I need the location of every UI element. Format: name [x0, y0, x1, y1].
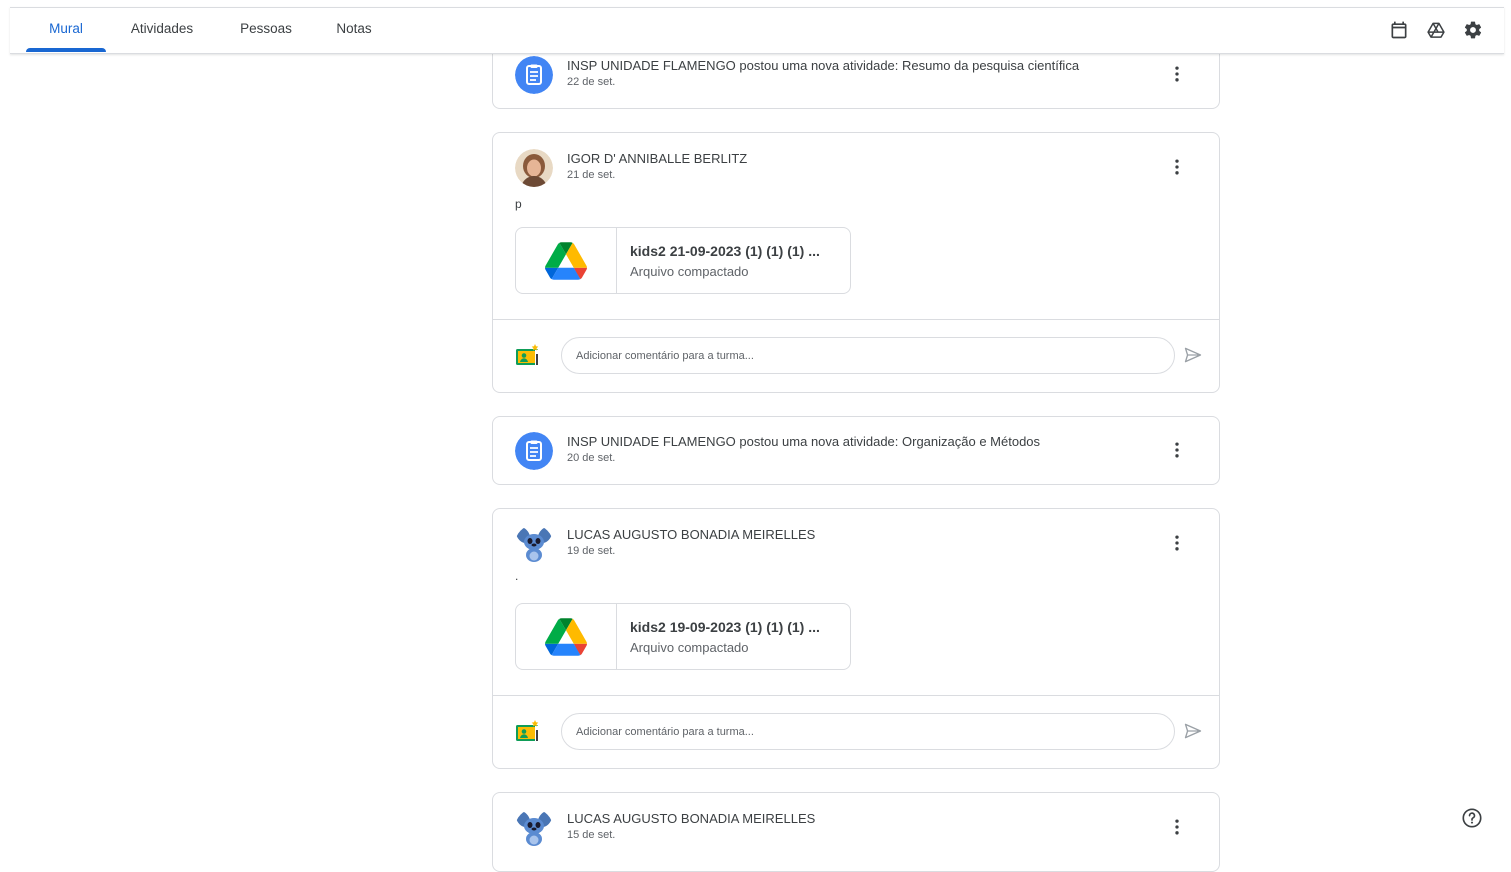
tab-atividades[interactable]: Atividades [116, 8, 208, 52]
post-author[interactable]: IGOR D' ANNIBALLE BERLITZ [567, 151, 747, 166]
post-text: . [515, 569, 519, 583]
attachment-thumbnail [516, 604, 617, 669]
send-icon[interactable] [1183, 345, 1203, 365]
class-comment-icon [515, 718, 543, 744]
google-drive-icon[interactable] [1426, 20, 1446, 40]
class-comment-icon [515, 342, 543, 368]
post-date: 19 de set. [567, 545, 616, 557]
attachment-type: Arquivo compactado [630, 640, 749, 655]
tab-mural[interactable]: Mural [26, 8, 106, 52]
more-options-icon[interactable] [1167, 64, 1187, 84]
top-nav-bar: Mural Atividades Pessoas Notas [10, 7, 1504, 54]
post-text: p [515, 197, 522, 211]
help-circle-icon[interactable] [1461, 807, 1483, 829]
announcement-post-card: IGOR D' ANNIBALLE BERLITZ 21 de set. p k… [492, 132, 1220, 393]
announcement-post-card: LUCAS AUGUSTO BONADIA MEIRELLES 15 de se… [492, 792, 1220, 872]
tab-notas[interactable]: Notas [324, 8, 384, 52]
send-icon[interactable] [1183, 721, 1203, 741]
post-author[interactable]: INSP UNIDADE FLAMENGO postou uma nova at… [567, 58, 1079, 73]
more-options-icon[interactable] [1167, 533, 1187, 553]
attachment-card[interactable]: kids2 21-09-2023 (1) (1) (1) ... Arquivo… [515, 227, 851, 294]
post-date: 22 de set. [567, 76, 616, 88]
settings-icon[interactable] [1463, 20, 1483, 40]
comment-row [493, 319, 1219, 392]
calendar-icon[interactable] [1389, 20, 1409, 40]
attachment-name: kids2 21-09-2023 (1) (1) (1) ... [630, 243, 820, 259]
user-avatar[interactable] [515, 525, 553, 563]
post-date: 20 de set. [567, 452, 616, 464]
tab-label: Notas [336, 21, 372, 36]
announcement-post-card: LUCAS AUGUSTO BONADIA MEIRELLES 19 de se… [492, 508, 1220, 769]
post-header: LUCAS AUGUSTO BONADIA MEIRELLES 19 de se… [515, 525, 1203, 565]
user-avatar[interactable] [515, 809, 553, 847]
attachment-thumbnail [516, 228, 617, 293]
tab-pessoas[interactable]: Pessoas [228, 8, 304, 52]
post-header: IGOR D' ANNIBALLE BERLITZ 21 de set. [515, 149, 1203, 189]
attachment-type: Arquivo compactado [630, 264, 749, 279]
tab-label: Mural [49, 21, 83, 36]
assignment-icon [515, 432, 553, 470]
more-options-icon[interactable] [1167, 817, 1187, 837]
google-drive-logo-icon [545, 241, 587, 280]
post-author[interactable]: INSP UNIDADE FLAMENGO postou uma nova at… [567, 434, 1040, 449]
tab-label: Atividades [130, 21, 194, 36]
more-options-icon[interactable] [1167, 157, 1187, 177]
attachment-card[interactable]: kids2 19-09-2023 (1) (1) (1) ... Arquivo… [515, 603, 851, 670]
assignment-post-card[interactable]: INSP UNIDADE FLAMENGO postou uma nova at… [492, 416, 1220, 485]
post-author[interactable]: LUCAS AUGUSTO BONADIA MEIRELLES [567, 811, 815, 826]
post-header: INSP UNIDADE FLAMENGO postou uma nova at… [515, 56, 1203, 96]
more-options-icon[interactable] [1167, 440, 1187, 460]
post-header: INSP UNIDADE FLAMENGO postou uma nova at… [515, 432, 1203, 472]
user-avatar[interactable] [515, 149, 553, 187]
assignment-icon [515, 56, 553, 94]
post-header: LUCAS AUGUSTO BONADIA MEIRELLES 15 de se… [515, 809, 1203, 849]
comment-input[interactable] [561, 337, 1175, 374]
post-author[interactable]: LUCAS AUGUSTO BONADIA MEIRELLES [567, 527, 815, 542]
comment-row [493, 695, 1219, 768]
post-date: 21 de set. [567, 169, 616, 181]
comment-input[interactable] [561, 713, 1175, 750]
attachment-name: kids2 19-09-2023 (1) (1) (1) ... [630, 619, 820, 635]
post-date: 15 de set. [567, 829, 616, 841]
tab-label: Pessoas [240, 21, 292, 36]
google-drive-logo-icon [545, 617, 587, 656]
